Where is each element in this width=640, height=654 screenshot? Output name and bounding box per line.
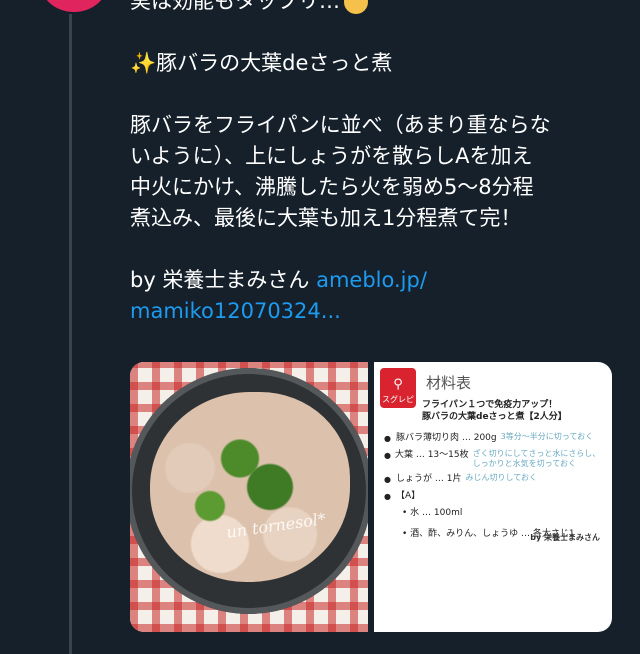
card-credit: by 栄養士まみさん: [530, 533, 600, 542]
tweet-text: 実は効能もタップリ… ✨豚バラの大葉deさっと煮 豚バラをフライパンに並べ（あま…: [130, 0, 610, 327]
pork-and-shiso-dish: [150, 392, 350, 582]
credit-line: by 栄養士まみさん ameblo.jp/: [130, 265, 610, 296]
bullet-icon: ●: [384, 492, 391, 501]
seasoning-item: • 水 … 100ml: [402, 508, 463, 518]
body-line: 中火にかけ、沸騰したら火を弱め5〜8分程: [130, 175, 534, 199]
recipe-title: 豚バラの大葉deさっと煮: [156, 51, 393, 75]
ingredient-row: ● 豚バラ薄切り肉 … 200g 3等分〜半分に切っておく: [384, 432, 594, 443]
ingredient-row: ● 【A】: [384, 491, 421, 501]
card-subtitle: フライパン１つで免疫力アップ！ 豚バラの大葉deさっと煮【2人分】: [422, 400, 567, 422]
tweet-line-top: 実は効能もタップリ…: [130, 0, 610, 17]
body-line: 豚バラをフライパンに並べ（あまり重ならな: [130, 113, 551, 137]
whisk-icon: ⚲: [393, 377, 403, 392]
body-line: 煮込み、最後に大葉も加え1分程煮て完！: [130, 206, 522, 230]
ingredient-row: ● しょうが … 1片 みじん切りしておく: [384, 473, 537, 484]
body-line: いように）、上にしょうがを散らしAを加え: [130, 144, 533, 168]
source-link-continued[interactable]: mamiko12070324...: [130, 296, 610, 327]
source-link[interactable]: ameblo.jp/: [316, 268, 427, 292]
brand-badge: ⚲ スグレピ: [380, 368, 416, 408]
ingredient-row: ● 大葉 … 13〜15枚 ざく切りにしてさっと水にさらし、しっかりと水気を切っ…: [384, 449, 601, 468]
bullet-icon: ●: [384, 451, 391, 460]
media-attachments: un tornesol* ⚲ スグレピ 材料表 フライパン１つで免疫力アップ！ …: [130, 362, 612, 632]
bullet-icon: ●: [384, 434, 391, 443]
flushed-face-icon: [344, 0, 368, 14]
card-title: 材料表: [426, 374, 472, 392]
thread-line: [69, 14, 72, 654]
recipe-title-line: ✨豚バラの大葉deさっと煮: [130, 48, 610, 79]
brand-label: スグレピ: [382, 395, 414, 404]
bullet-icon: ●: [384, 475, 391, 484]
avatar[interactable]: [40, 0, 108, 12]
food-photo[interactable]: un tornesol*: [130, 362, 368, 632]
credit-prefix: by 栄養士まみさん: [130, 268, 317, 292]
recipe-card-image[interactable]: ⚲ スグレピ 材料表 フライパン１つで免疫力アップ！ 豚バラの大葉deさっと煮【…: [374, 362, 612, 632]
sparkles-icon: ✨: [130, 51, 157, 75]
